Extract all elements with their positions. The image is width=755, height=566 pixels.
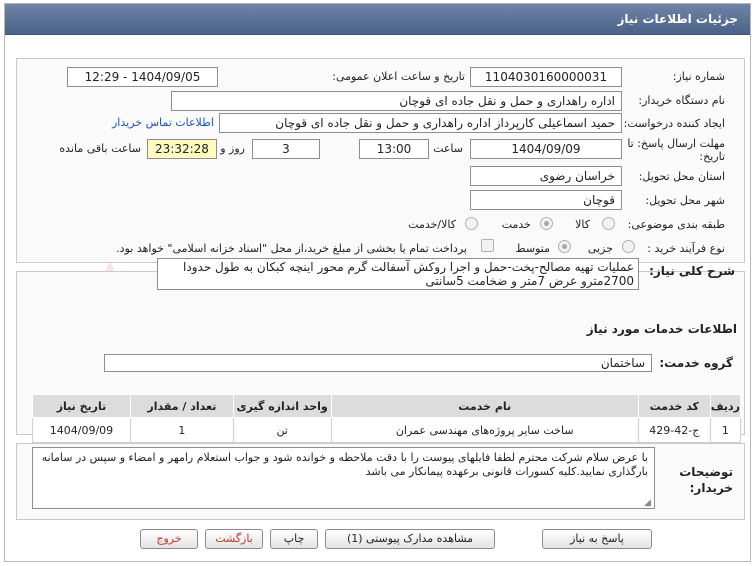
announce-datetime-label: تاریخ و ساعت اعلان عمومی: [332, 70, 465, 83]
print-button[interactable]: چاپ [270, 529, 318, 549]
need-number-label: شماره نیاز: [672, 70, 725, 83]
deadline-time-field: 13:00 [359, 139, 429, 159]
table-row: 1 ج-42-429 ساخت سایر پروژه‌های مهندسی عم… [32, 417, 742, 443]
process-option-medium: متوسط [515, 242, 550, 255]
page-title: جزئیات اطلاعات نیاز [617, 12, 738, 26]
services-info-heading: اطلاعات خدمات مورد نیاز [586, 322, 737, 336]
days-and-label: روز و [220, 142, 245, 155]
process-radio-medium[interactable] [558, 240, 571, 253]
page-header: جزئیات اطلاعات نیاز [5, 4, 750, 35]
need-info-panel [16, 58, 745, 263]
reply-deadline-label: مهلت ارسال پاسخ: تا [627, 137, 725, 150]
requester-field: حمید اسماعیلی کارپرداز اداره راهداری و ح… [219, 113, 622, 133]
treasury-checkbox[interactable] [481, 239, 494, 252]
buyer-notes-field[interactable]: با عرض سلام شرکت محترم لطفا فایلهای پیوس… [32, 447, 655, 509]
buyer-notes-label-2: خریدار: [689, 481, 733, 495]
service-group-field: ساختمان [104, 354, 652, 372]
city-field: قوچان [470, 190, 622, 210]
table-header-row: ردیف کد خدمت نام خدمت واحد اندازه گیری ت… [32, 394, 742, 418]
column-header-service-code: کد خدمت [637, 394, 711, 418]
remaining-label: ساعت باقی مانده [59, 142, 141, 155]
requester-label: ایجاد کننده درخواست: [623, 117, 725, 130]
cell-service-name: ساخت سایر پروژه‌های مهندسی عمران [330, 417, 639, 443]
contact-info-link[interactable]: اطلاعات تماس خریدار [112, 116, 214, 129]
reply-button[interactable]: پاسخ به نیاز [542, 529, 652, 549]
category-radio-goods[interactable] [602, 217, 615, 230]
time-label: ساعت [433, 142, 463, 155]
buyer-notes-label: توضیحات [679, 465, 733, 479]
column-header-need-date: تاریخ نیاز [32, 394, 131, 418]
province-field: خراسان رضوی [470, 166, 622, 186]
announce-datetime-field: 1404/09/05 - 12:29 [67, 67, 218, 87]
cell-quantity: 1 [129, 417, 234, 443]
attachments-button[interactable]: مشاهده مدارک پیوستی (1) [325, 529, 495, 549]
service-group-label: گروه خدمت: [659, 356, 733, 370]
category-option-service: خدمت [501, 218, 531, 231]
category-option-goods-service: کالا/خدمت [408, 218, 456, 231]
need-description-field: عملیات تهیه مصالح-پخت-حمل و اجرا روکش آس… [157, 258, 639, 290]
need-number-field: 1104030160000031 [470, 67, 622, 87]
column-header-unit: واحد اندازه گیری [232, 394, 332, 418]
city-label: شهر محل تحویل: [645, 194, 725, 207]
process-type-label: نوع فرآیند خرید : [647, 242, 725, 255]
need-description-label: شرح کلی نیاز: [649, 264, 735, 278]
column-header-row-number: ردیف [709, 394, 742, 418]
buyer-org-label: نام دستگاه خریدار: [638, 94, 725, 107]
column-header-service-name: نام خدمت [330, 394, 639, 418]
cell-row-number: 1 [709, 417, 742, 443]
remaining-time-field: 23:32:28 [147, 139, 217, 159]
category-label: طبقه بندی موضوعی: [627, 218, 725, 231]
deadline-date-field: 1404/09/09 [470, 139, 622, 159]
cell-unit: تن [232, 417, 332, 443]
reply-deadline-label-2: تاریخ: [699, 150, 725, 163]
cell-service-code: ج-42-429 [637, 417, 711, 443]
buyer-org-field: اداره راهداری و حمل و نقل جاده ای قوچان [171, 91, 622, 111]
category-radio-goods-service[interactable] [465, 217, 478, 230]
exit-button[interactable]: خروج [140, 529, 198, 549]
process-option-minor: جزیی [587, 242, 613, 255]
column-header-quantity: تعداد / مقدار [129, 394, 234, 418]
category-option-goods: کالا [575, 218, 590, 231]
province-label: استان محل تحویل: [638, 170, 725, 183]
treasury-note: پرداخت تمام یا بخشی از مبلغ خرید،از محل … [116, 242, 467, 255]
process-radio-minor[interactable] [622, 240, 635, 253]
back-button[interactable]: بازگشت [205, 529, 263, 549]
cell-need-date: 1404/09/09 [32, 417, 131, 443]
resize-handle-icon[interactable]: ◢ [644, 498, 651, 508]
days-field: 3 [252, 139, 320, 159]
services-table: ردیف کد خدمت نام خدمت واحد اندازه گیری ت… [32, 394, 742, 443]
category-radio-service[interactable] [540, 217, 553, 230]
